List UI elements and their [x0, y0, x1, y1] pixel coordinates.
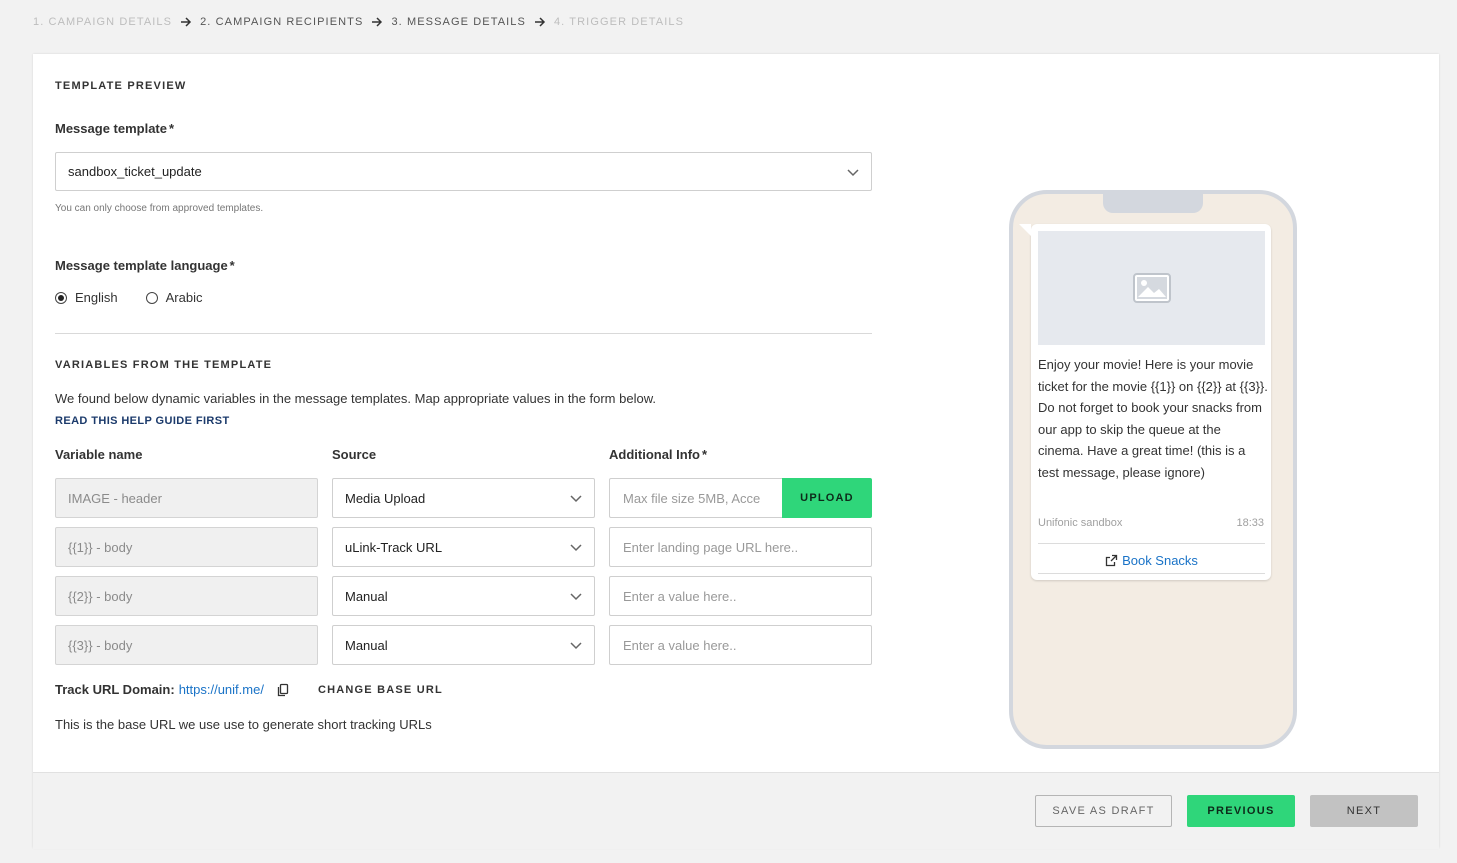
required-mark: * [701, 447, 708, 462]
variable-name-field: {{2}} - body [55, 576, 318, 616]
radio-english[interactable]: English [55, 290, 118, 305]
book-snacks-label: Book Snacks [1122, 552, 1198, 568]
variable-name-field: {{1}} - body [55, 527, 318, 567]
source-value: Manual [345, 588, 388, 604]
radio-arabic[interactable]: Arabic [145, 290, 203, 305]
bubble-divider [1038, 543, 1265, 544]
message-time: 18:33 [1236, 517, 1264, 529]
source-select[interactable]: Media Upload [332, 478, 595, 518]
source-select[interactable]: uLink-Track URL [332, 527, 595, 567]
chevron-down-icon [570, 495, 582, 503]
image-placeholder [1038, 231, 1265, 345]
message-template-value: sandbox_ticket_update [68, 164, 202, 179]
value-input[interactable]: Enter a value here.. [609, 625, 872, 665]
book-snacks-button[interactable]: Book Snacks [1038, 550, 1265, 570]
source-value: uLink-Track URL [345, 539, 443, 555]
step-trigger-details[interactable]: 4. TRIGGER DETAILS [554, 16, 684, 28]
track-url-row: Track URL Domain: https://unif.me/ CHANG… [55, 682, 443, 697]
value-input[interactable]: Enter a value here.. [609, 576, 872, 616]
message-body: Enjoy your movie! Here is your movie tic… [1038, 357, 1268, 480]
save-as-draft-button[interactable]: SAVE AS DRAFT [1035, 795, 1172, 827]
variables-title: VARIABLES FROM THE TEMPLATE [55, 359, 273, 371]
chevron-down-icon [570, 642, 582, 650]
phone-notch [1103, 192, 1203, 213]
bubble-divider [1038, 573, 1265, 574]
variable-name-field: {{3}} - body [55, 625, 318, 665]
template-preview-title: TEMPLATE PREVIEW [55, 80, 187, 92]
wizard-stepper: 1. CAMPAIGN DETAILS 2. CAMPAIGN RECIPIEN… [33, 14, 684, 30]
variables-description: We found below dynamic variables in the … [55, 391, 656, 406]
card-footer: SAVE AS DRAFT PREVIOUS NEXT [33, 772, 1439, 849]
message-template-helper: You can only choose from approved templa… [55, 203, 264, 214]
message-template-label: Message template * [55, 121, 175, 136]
file-upload-input[interactable]: Max file size 5MB, Acce [609, 478, 783, 518]
track-url-label: Track URL Domain: [55, 682, 175, 697]
arrow-right-icon [180, 16, 192, 28]
help-guide-link[interactable]: READ THIS HELP GUIDE FIRST [55, 415, 230, 427]
card-body: TEMPLATE PREVIEW Message template * sandb… [33, 54, 1439, 772]
copy-icon[interactable] [276, 683, 290, 697]
column-source: Source [332, 447, 377, 462]
track-url-help: This is the base URL we use use to gener… [55, 717, 432, 732]
source-select[interactable]: Manual [332, 576, 595, 616]
message-details-card: TEMPLATE PREVIEW Message template * sandb… [33, 54, 1439, 849]
source-value: Manual [345, 637, 388, 653]
required-mark: * [169, 121, 175, 136]
chevron-down-icon [570, 544, 582, 552]
step-message-details[interactable]: 3. MESSAGE DETAILS [391, 16, 526, 28]
message-sender: Unifonic sandbox [1038, 517, 1123, 529]
language-radio-group: English Arabic [55, 290, 231, 305]
section-divider [55, 333, 872, 334]
variable-name-field: IMAGE - header [55, 478, 318, 518]
radio-unchecked-icon[interactable] [145, 291, 158, 304]
chevron-down-icon [570, 593, 582, 601]
column-variable-name: Variable name [55, 447, 143, 462]
source-value: Media Upload [345, 490, 426, 506]
required-mark: * [229, 258, 235, 273]
upload-button[interactable]: UPLOAD [782, 478, 872, 518]
step-campaign-recipients[interactable]: 2. CAMPAIGN RECIPIENTS [200, 16, 363, 28]
column-additional-info: Additional Info * [609, 447, 708, 462]
step-campaign-details[interactable]: 1. CAMPAIGN DETAILS [33, 16, 172, 28]
radio-checked-icon[interactable] [55, 291, 67, 304]
message-bubble: Enjoy your movie! Here is your movie tic… [1019, 224, 1271, 580]
bubble-tail [1019, 224, 1031, 236]
language-label: Message template language * [55, 258, 235, 273]
chevron-down-icon [847, 168, 859, 176]
landing-url-input[interactable]: Enter landing page URL here.. [609, 527, 872, 567]
source-select[interactable]: Manual [332, 625, 595, 665]
arrow-right-icon [534, 16, 546, 28]
external-link-icon [1105, 554, 1118, 566]
image-icon [1132, 273, 1171, 303]
radio-english-label: English [75, 290, 118, 305]
previous-button[interactable]: PREVIOUS [1187, 795, 1295, 827]
change-base-url-button[interactable]: CHANGE BASE URL [318, 684, 443, 696]
arrow-right-icon [371, 16, 383, 28]
phone-preview: Enjoy your movie! Here is your movie tic… [1009, 190, 1297, 749]
next-button[interactable]: NEXT [1310, 795, 1418, 827]
message-template-select[interactable]: sandbox_ticket_update [55, 152, 872, 191]
radio-arabic-label: Arabic [165, 290, 203, 305]
track-url-link[interactable]: https://unif.me/ [179, 682, 264, 697]
